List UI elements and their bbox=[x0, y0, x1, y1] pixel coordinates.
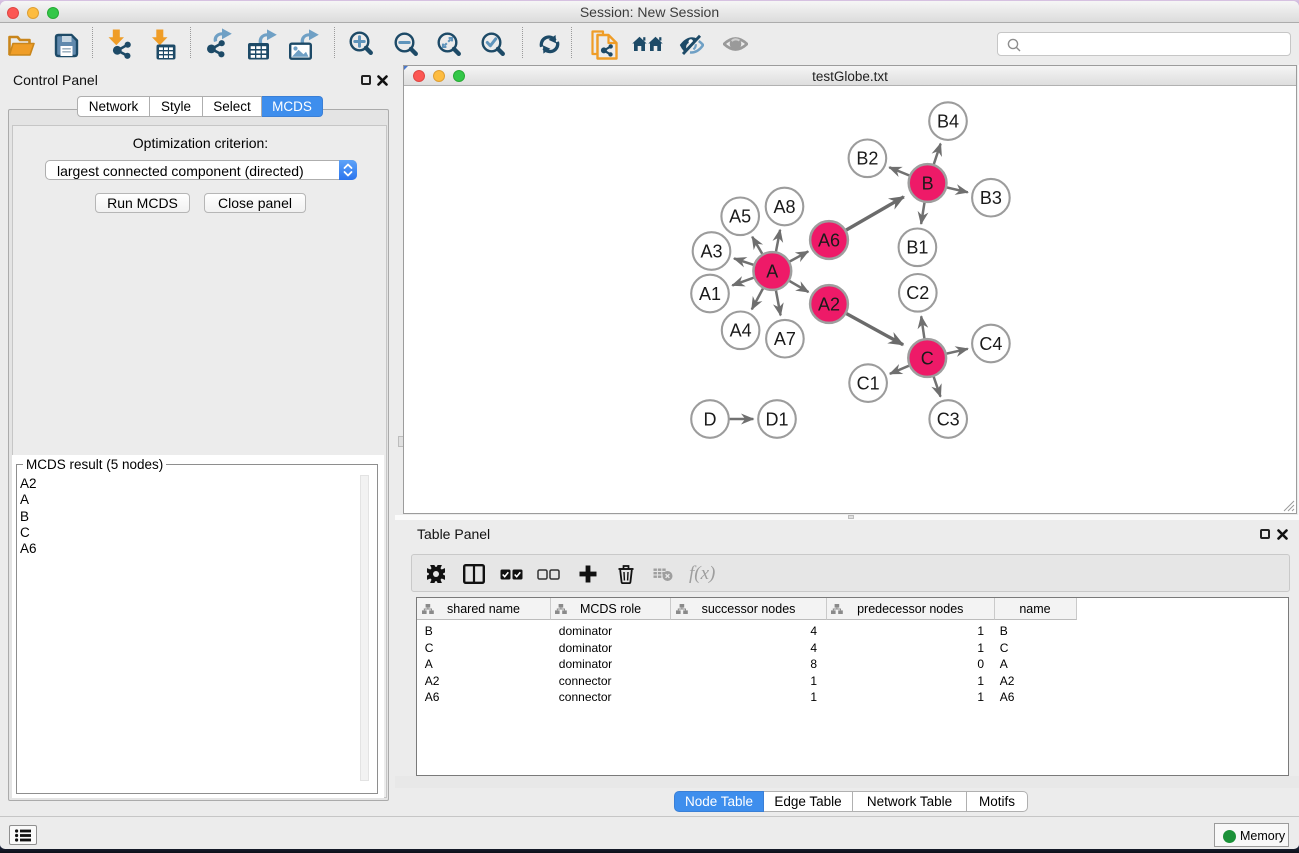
svg-text:A2: A2 bbox=[818, 294, 840, 314]
svg-text:A: A bbox=[766, 261, 778, 281]
svg-text:A1: A1 bbox=[699, 284, 721, 304]
svg-text:C2: C2 bbox=[906, 283, 929, 303]
svg-text:D1: D1 bbox=[765, 409, 788, 429]
svg-text:A4: A4 bbox=[730, 321, 752, 341]
svg-text:C1: C1 bbox=[857, 373, 880, 393]
svg-text:B4: B4 bbox=[937, 111, 959, 131]
svg-text:B1: B1 bbox=[906, 238, 928, 258]
svg-text:C4: C4 bbox=[979, 334, 1002, 354]
svg-text:C: C bbox=[921, 348, 934, 368]
svg-text:B: B bbox=[922, 173, 934, 193]
svg-text:A5: A5 bbox=[729, 207, 751, 227]
svg-text:A8: A8 bbox=[773, 197, 795, 217]
svg-text:D: D bbox=[704, 409, 717, 429]
svg-text:B2: B2 bbox=[856, 149, 878, 169]
svg-text:C3: C3 bbox=[937, 409, 960, 429]
svg-text:A3: A3 bbox=[700, 241, 722, 261]
svg-text:B3: B3 bbox=[980, 188, 1002, 208]
svg-text:A6: A6 bbox=[818, 230, 840, 250]
svg-text:A7: A7 bbox=[774, 329, 796, 349]
